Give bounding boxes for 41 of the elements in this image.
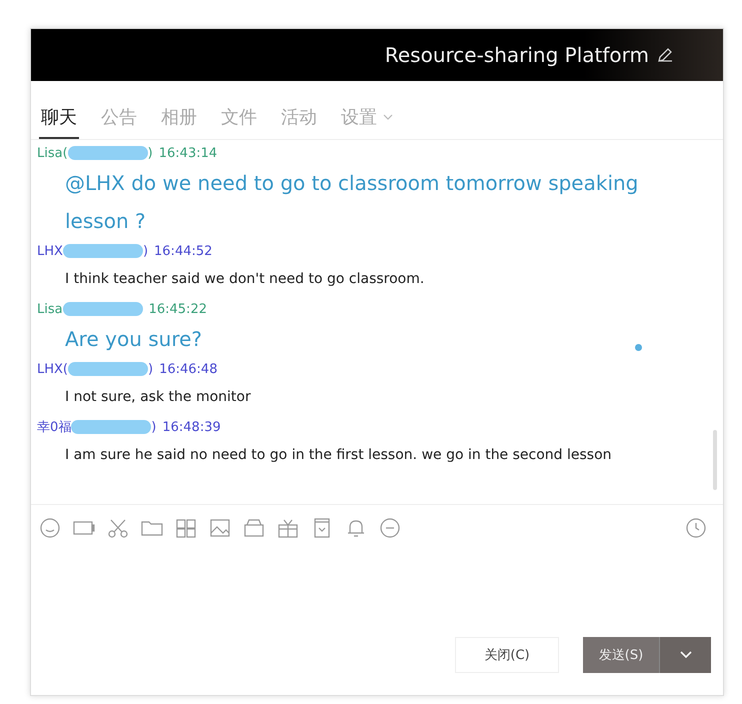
image-icon[interactable]	[209, 517, 231, 539]
sender-name: Lisa(	[37, 146, 68, 160]
message-time: 16:44:52	[154, 244, 212, 258]
message-time: 16:46:48	[159, 362, 218, 376]
message-time: 16:45:22	[148, 302, 207, 316]
window-title: Resource-sharing Platform	[384, 43, 649, 67]
message-text: I think teacher said we don't need to go classroom.	[65, 270, 424, 289]
sender-name-end: )	[148, 362, 154, 376]
message-text: Are you sure?	[65, 326, 202, 353]
tab[interactable]: 设置	[339, 101, 395, 139]
sender-name: 幸0福	[37, 419, 72, 436]
send-options-button[interactable]	[659, 637, 711, 673]
sender-name: LHX(	[37, 362, 68, 376]
message-text: I not sure, ask the monitor	[65, 388, 251, 407]
tab[interactable]: 聊天	[39, 101, 79, 139]
shapes-icon[interactable]	[175, 517, 197, 539]
message-text: I am sure he said no need to go in the first lesson. we go in the second lesson	[65, 446, 612, 465]
box-icon[interactable]	[243, 517, 265, 539]
caret-icon	[680, 650, 692, 658]
message-time: 16:48:39	[162, 420, 221, 434]
tab[interactable]: 活动	[279, 101, 319, 139]
message-text: @LHX do we need to go to classroom tomorrow speaking lesson ?	[65, 170, 640, 235]
send-button[interactable]: 发送(S)	[583, 637, 659, 673]
pencil-icon[interactable]	[657, 47, 673, 63]
sender-name-end: )	[151, 420, 156, 434]
tab[interactable]: 文件	[219, 101, 259, 139]
tab[interactable]: 相册	[159, 101, 199, 139]
close-button[interactable]: 关闭(C)	[455, 637, 559, 673]
more-icon[interactable]	[379, 517, 401, 539]
clock-icon[interactable]	[685, 517, 707, 539]
status-dot	[635, 344, 642, 351]
tab[interactable]: 公告	[99, 101, 139, 139]
message-time: 16:43:14	[158, 146, 218, 160]
sender-name-end: )	[142, 244, 148, 258]
sender-name: Lisa	[37, 302, 63, 316]
gift-icon[interactable]	[277, 517, 299, 539]
scissors-icon[interactable]	[107, 517, 129, 539]
sender-name: LHX	[37, 244, 63, 258]
smiley-icon[interactable]	[39, 517, 61, 539]
scroll-bar[interactable]	[713, 430, 717, 490]
sender-name-end: )	[148, 146, 153, 160]
